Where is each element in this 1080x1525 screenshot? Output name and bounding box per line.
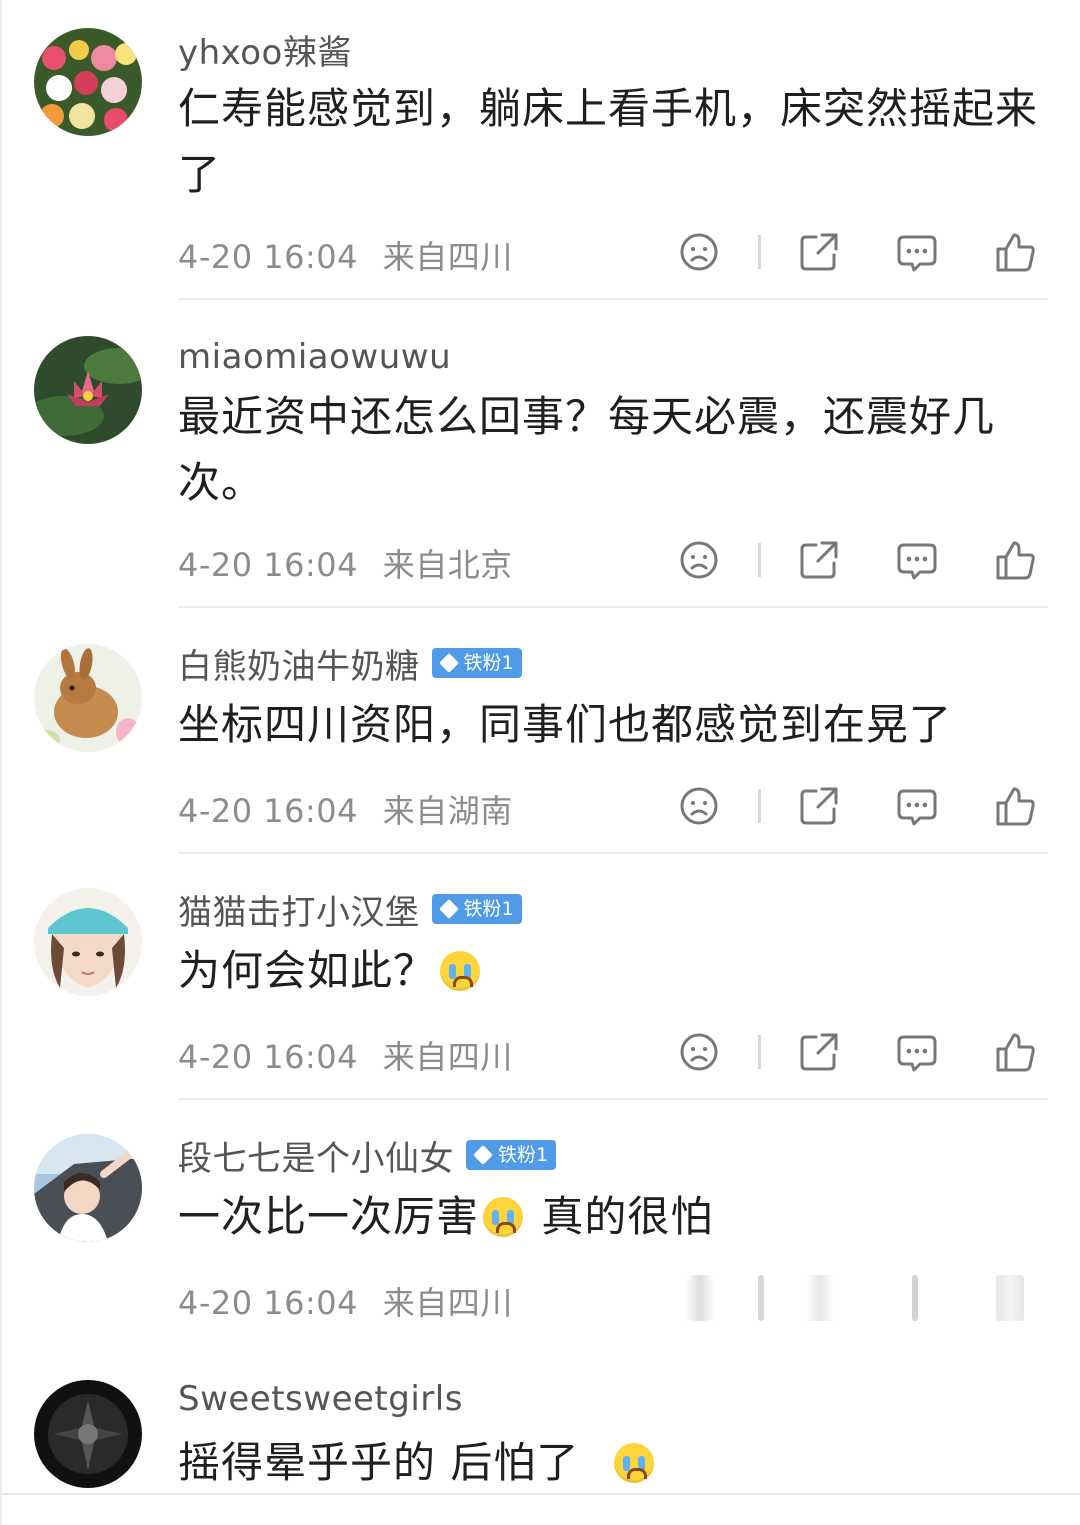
like-icon[interactable] xyxy=(992,537,1038,583)
comment-time: 4-20 16:04 xyxy=(178,1284,359,1322)
action-separator xyxy=(758,235,761,269)
comment-text-part-1: 一次比一次厉害 xyxy=(178,1192,480,1241)
comment-actions xyxy=(676,783,1046,829)
action-separator xyxy=(758,543,761,577)
fan-badge: 铁粉1 xyxy=(431,894,522,924)
comment-text: 坐标四川资阳，同事们也都感觉到在晃了 xyxy=(178,700,953,749)
like-icon[interactable] xyxy=(992,783,1038,829)
comment-divider xyxy=(178,852,1048,854)
comment-location: 来自湖南 xyxy=(382,792,513,830)
laughing-crying-emoji-icon xyxy=(613,1443,654,1483)
comment-location: 来自四川 xyxy=(382,1284,513,1322)
comment-time: 4-20 16:04 xyxy=(178,1038,359,1076)
fan-badge-label: 铁粉1 xyxy=(463,652,514,674)
avatar[interactable] xyxy=(34,28,142,136)
fan-badge-label: 铁粉1 xyxy=(498,1144,549,1166)
comment-text-content: 摇得晕乎乎的 后怕了 xyxy=(178,1438,580,1487)
comment-text: 最近资中还怎么回事？每天必震，还震好几次。 xyxy=(178,392,996,507)
username[interactable]: 猫猫击打小汉堡 xyxy=(178,885,420,934)
share-icon[interactable] xyxy=(796,229,842,275)
diamond-icon xyxy=(473,1145,493,1165)
username[interactable]: 段七七是个小仙女 xyxy=(178,1131,454,1180)
fan-badge: 铁粉1 xyxy=(431,648,522,678)
comment-divider xyxy=(178,298,1048,300)
comment-icon[interactable] xyxy=(894,1029,940,1075)
avatar[interactable] xyxy=(34,888,142,996)
comment-meta: 4-20 16:04 来自四川 xyxy=(178,1278,513,1324)
unhappy-face-icon[interactable] xyxy=(676,783,722,829)
bottom-divider xyxy=(0,1493,1080,1495)
share-icon[interactable] xyxy=(806,1275,834,1321)
unhappy-face-icon[interactable] xyxy=(676,1029,722,1075)
like-icon[interactable] xyxy=(992,229,1038,275)
comment-text: 为何会如此？ xyxy=(178,938,1048,1004)
comment-divider xyxy=(178,1098,1048,1100)
share-icon[interactable] xyxy=(796,1029,842,1075)
comment-location: 来自四川 xyxy=(382,1038,513,1076)
comment-actions xyxy=(676,537,1046,583)
unhappy-face-icon[interactable] xyxy=(686,1275,714,1321)
comment-icon[interactable] xyxy=(894,537,940,583)
comment-location: 来自北京 xyxy=(382,546,513,584)
username-row: Sweetsweetgirls xyxy=(178,1374,463,1424)
like-icon[interactable] xyxy=(992,1029,1038,1075)
fan-badge-label: 铁粉1 xyxy=(463,898,514,920)
unhappy-face-icon[interactable] xyxy=(676,537,722,583)
share-icon[interactable] xyxy=(796,537,842,583)
comment-meta: 4-20 16:04 来自四川 xyxy=(178,232,513,278)
crying-emoji-icon xyxy=(483,1197,524,1237)
action-separator xyxy=(758,1275,764,1321)
comment-icon[interactable] xyxy=(894,229,940,275)
comment-time: 4-20 16:04 xyxy=(178,546,359,584)
comment-meta: 4-20 16:04 来自四川 xyxy=(178,1032,513,1078)
comment-time: 4-20 16:04 xyxy=(178,238,359,276)
comment-actions-loading xyxy=(676,1275,1046,1321)
comment-text: 仁寿能感觉到，躺床上看手机，床突然摇起来了 xyxy=(178,84,1039,199)
comment-meta: 4-20 16:04 来自北京 xyxy=(178,540,513,586)
username[interactable]: 白熊奶油牛奶糖 xyxy=(178,639,420,688)
comment-divider xyxy=(178,606,1048,608)
crying-emoji-icon xyxy=(440,951,481,991)
diamond-icon xyxy=(438,653,459,673)
comment-meta: 4-20 16:04 来自湖南 xyxy=(178,786,513,832)
username[interactable]: yhxoo辣酱 xyxy=(178,25,352,74)
comment-actions xyxy=(676,1029,1046,1075)
username-row: miaomiaowuwu xyxy=(178,332,451,382)
unhappy-face-icon[interactable] xyxy=(676,229,722,275)
share-icon[interactable] xyxy=(796,783,842,829)
action-separator xyxy=(758,789,761,823)
fan-badge: 铁粉1 xyxy=(466,1140,557,1170)
avatar[interactable] xyxy=(34,644,142,752)
comment-text-content: 为何会如此？ xyxy=(178,946,437,995)
left-edge-line xyxy=(0,0,2,1525)
like-icon[interactable] xyxy=(996,1275,1024,1321)
comment-time: 4-20 16:04 xyxy=(178,792,359,830)
avatar[interactable] xyxy=(34,1380,142,1488)
comment-location: 来自四川 xyxy=(382,238,513,276)
username-row: 段七七是个小仙女 铁粉1 xyxy=(178,1130,557,1180)
comment-text-part-2: 真的很怕 xyxy=(527,1192,714,1241)
comment-text: 一次比一次厉害 真的很怕 xyxy=(178,1184,1048,1250)
username-row: 白熊奶油牛奶糖 铁粉1 xyxy=(178,638,522,688)
diamond-icon xyxy=(438,899,459,919)
avatar[interactable] xyxy=(34,336,142,444)
action-separator xyxy=(758,1035,761,1069)
username[interactable]: miaomiaowuwu xyxy=(178,337,451,377)
username-row: yhxoo辣酱 xyxy=(178,24,352,74)
username[interactable]: Sweetsweetgirls xyxy=(178,1379,463,1419)
comment-text: 摇得晕乎乎的 后怕了 xyxy=(178,1430,1048,1496)
comment-icon[interactable] xyxy=(894,783,940,829)
comment-actions xyxy=(676,229,1046,275)
comment-icon[interactable] xyxy=(912,1275,918,1321)
username-row: 猫猫击打小汉堡 铁粉1 xyxy=(178,884,522,934)
avatar[interactable] xyxy=(34,1134,142,1242)
